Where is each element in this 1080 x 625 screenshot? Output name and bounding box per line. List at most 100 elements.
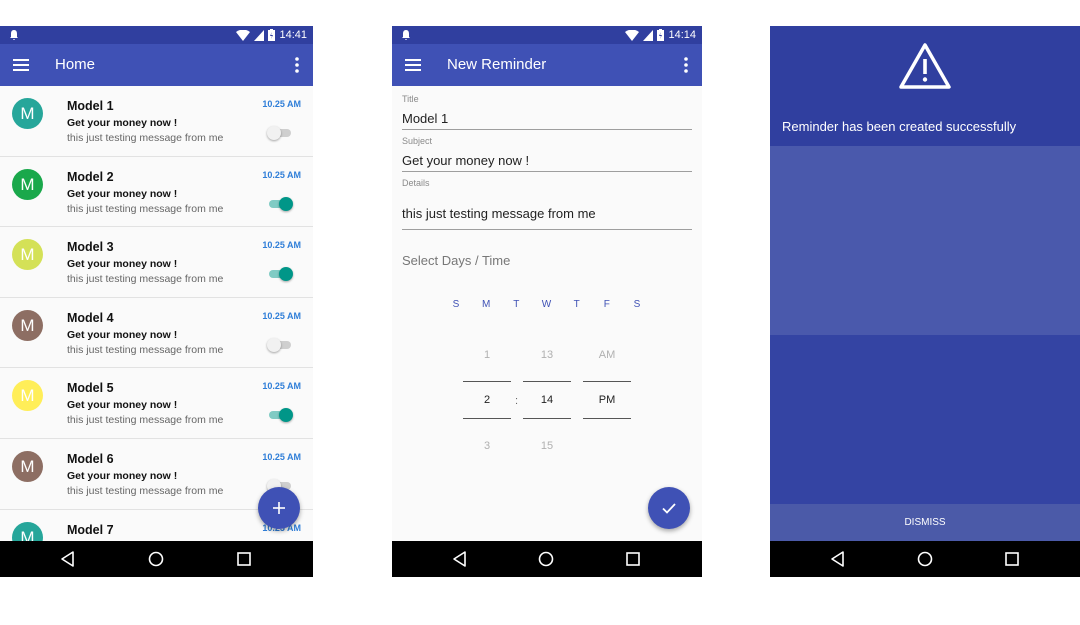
list-item[interactable]: M Model 2 Get your money now ! this just te… bbox=[0, 156, 313, 228]
days-selector: SMTWTFS bbox=[449, 299, 644, 310]
dialog-body bbox=[770, 146, 1080, 335]
title-field[interactable] bbox=[402, 108, 692, 130]
picker-divider bbox=[523, 381, 571, 382]
item-details: this just testing message from me bbox=[67, 484, 224, 497]
reminder-toggle[interactable] bbox=[267, 126, 293, 140]
nav-bar bbox=[770, 541, 1080, 577]
plus-icon bbox=[273, 502, 285, 514]
warning-icon bbox=[899, 43, 951, 89]
item-details: this just testing message from me bbox=[67, 343, 224, 356]
status-bar: 14:41 bbox=[0, 26, 313, 44]
minute-next[interactable]: 15 bbox=[523, 440, 571, 452]
day-toggle[interactable]: T bbox=[570, 299, 584, 310]
menu-icon[interactable] bbox=[404, 56, 422, 74]
signal-icon bbox=[643, 29, 654, 41]
recents-icon[interactable] bbox=[1003, 550, 1021, 568]
status-time: 14:41 bbox=[279, 29, 307, 41]
bell-icon bbox=[402, 30, 410, 40]
hour-next[interactable]: 3 bbox=[463, 440, 511, 452]
day-toggle[interactable]: M bbox=[479, 299, 493, 310]
avatar: M bbox=[12, 98, 43, 129]
item-name: Model 1 bbox=[67, 99, 114, 113]
reminder-list: M Model 1 Get your money now ! this just te… bbox=[0, 86, 313, 541]
save-reminder-button[interactable] bbox=[648, 487, 690, 529]
dismiss-button[interactable]: DISMISS bbox=[770, 504, 1080, 541]
item-name: Model 7 bbox=[67, 522, 114, 537]
item-time: 10.25 AM bbox=[262, 451, 301, 462]
hour-prev[interactable]: 1 bbox=[463, 349, 511, 361]
status-bar: 14:14 bbox=[392, 26, 702, 44]
check-icon bbox=[662, 503, 676, 514]
avatar: M bbox=[12, 450, 43, 482]
page-title: New Reminder bbox=[447, 56, 547, 73]
add-reminder-button[interactable] bbox=[258, 487, 300, 529]
item-details: this just testing message from me bbox=[67, 414, 224, 427]
wifi-icon bbox=[625, 29, 640, 41]
app-bar: Home bbox=[0, 44, 313, 86]
item-time: 10.25 AM bbox=[262, 169, 301, 180]
reminder-toggle[interactable] bbox=[267, 196, 293, 211]
list-item[interactable]: M Model 1 Get your money now ! this just te… bbox=[0, 86, 313, 157]
battery-icon bbox=[268, 29, 276, 41]
item-subject: Get your money now ! bbox=[67, 469, 178, 482]
list-item[interactable]: M Model 5 Get your money now ! this just te… bbox=[0, 368, 313, 439]
back-icon[interactable] bbox=[451, 550, 469, 568]
day-toggle[interactable]: S bbox=[630, 299, 644, 310]
reminder-toggle[interactable] bbox=[267, 408, 293, 423]
list-item[interactable]: M Model 3 Get your money now ! this just te… bbox=[0, 227, 313, 298]
reminder-toggle[interactable] bbox=[267, 267, 293, 282]
day-toggle[interactable]: S bbox=[449, 299, 463, 310]
back-icon[interactable] bbox=[59, 550, 77, 568]
details-field[interactable] bbox=[402, 198, 692, 230]
toggle-thumb bbox=[279, 196, 293, 211]
subject-field[interactable] bbox=[402, 150, 692, 172]
home-icon[interactable] bbox=[916, 550, 934, 568]
ampm-prev[interactable]: AM bbox=[583, 349, 631, 361]
hour-selected[interactable]: 2 bbox=[463, 394, 511, 406]
battery-icon bbox=[657, 29, 665, 41]
item-subject: Get your money now ! bbox=[67, 117, 178, 129]
item-time: 10.25 AM bbox=[262, 240, 301, 251]
toggle-thumb bbox=[267, 126, 281, 140]
ampm-selected[interactable]: PM bbox=[583, 394, 631, 406]
list-item[interactable]: M Model 4 Get your money now ! this just te… bbox=[0, 297, 313, 369]
item-time: 10.25 AM bbox=[262, 99, 301, 109]
dialog-message: Reminder has been created successfully bbox=[782, 119, 1017, 134]
more-vert-icon[interactable] bbox=[680, 56, 692, 74]
item-name: Model 5 bbox=[67, 381, 114, 396]
dialog-body-lower bbox=[770, 335, 1080, 504]
menu-icon[interactable] bbox=[12, 56, 30, 74]
recents-icon[interactable] bbox=[235, 550, 253, 568]
avatar: M bbox=[12, 521, 43, 541]
toggle-thumb bbox=[279, 267, 293, 282]
item-details: this just testing message from me bbox=[67, 132, 224, 144]
toggle-thumb bbox=[267, 337, 281, 352]
item-subject: Get your money now ! bbox=[67, 399, 178, 412]
recents-icon[interactable] bbox=[624, 550, 642, 568]
success-dialog-screen: Reminder has been created successfully D… bbox=[770, 26, 1080, 577]
item-subject: Get your money now ! bbox=[67, 187, 178, 200]
avatar: M bbox=[12, 168, 43, 200]
select-days-time-heading: Select Days / Time bbox=[402, 253, 511, 268]
day-toggle[interactable]: F bbox=[600, 299, 614, 310]
item-details: this just testing message from me bbox=[67, 202, 224, 215]
item-name: Model 2 bbox=[67, 169, 114, 184]
nav-bar bbox=[392, 541, 702, 577]
back-icon[interactable] bbox=[829, 550, 847, 568]
home-icon[interactable] bbox=[537, 550, 555, 568]
picker-divider bbox=[463, 418, 511, 419]
wifi-icon bbox=[236, 29, 251, 41]
home-icon[interactable] bbox=[147, 550, 165, 568]
minute-prev[interactable]: 13 bbox=[523, 349, 571, 361]
picker-divider bbox=[583, 381, 631, 382]
reminder-toggle[interactable] bbox=[267, 337, 293, 352]
bell-icon bbox=[10, 30, 18, 40]
avatar: M bbox=[12, 309, 43, 341]
minute-selected[interactable]: 14 bbox=[523, 394, 571, 406]
signal-icon bbox=[254, 29, 265, 41]
more-vert-icon[interactable] bbox=[291, 56, 303, 74]
day-toggle[interactable]: T bbox=[509, 299, 523, 310]
details-label: Details bbox=[402, 178, 430, 188]
day-toggle[interactable]: W bbox=[539, 299, 553, 310]
item-name: Model 6 bbox=[67, 451, 114, 466]
